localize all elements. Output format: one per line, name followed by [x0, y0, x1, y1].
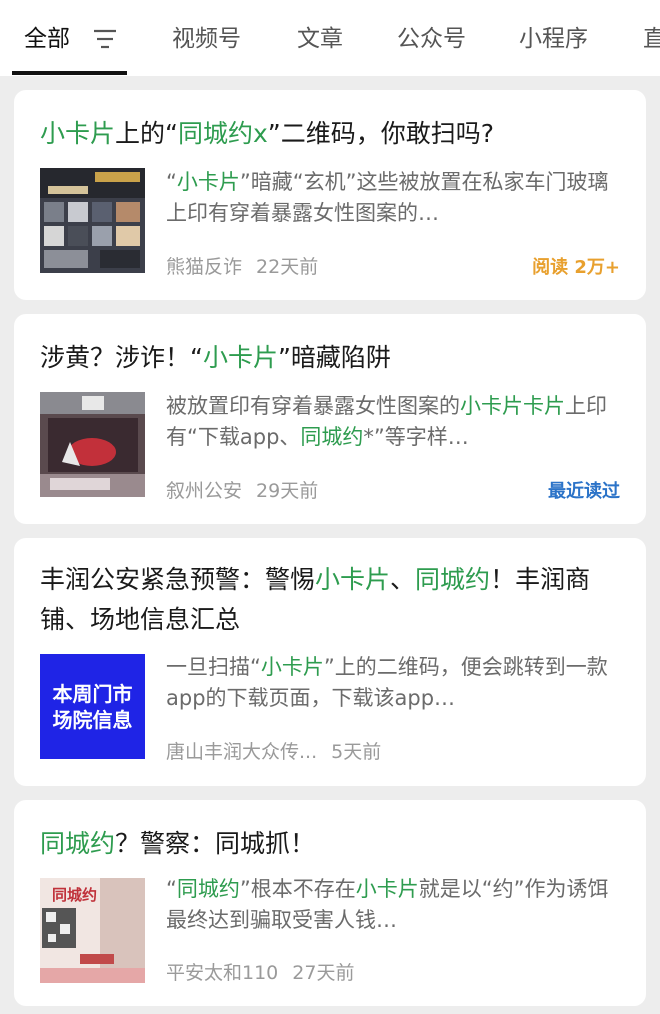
article-title[interactable]: 丰润公安紧急预警：警惕小卡片、同城约！丰润商铺、场地信息汇总	[40, 560, 626, 640]
highlighted-keyword: 同城约	[300, 425, 364, 449]
thumbnail-caption: 同城约	[52, 886, 98, 904]
highlighted-keyword: 小卡片	[260, 655, 324, 679]
article-thumbnail	[40, 392, 145, 497]
filter-icon[interactable]	[92, 28, 118, 50]
highlighted-keyword: 小卡片	[202, 343, 278, 372]
article-source[interactable]: 平安太和110	[166, 962, 278, 984]
search-tab-bar: 全部 视频号 文章 公众号 小程序 直	[0, 0, 660, 76]
article-thumbnail: 同城约	[40, 878, 145, 983]
article-snippet: “同城约”根本不存在小卡片就是以“约”作为诱饵最终达到骗取受害人钱…	[166, 874, 620, 936]
tab-official-accounts[interactable]: 公众号	[397, 24, 466, 54]
highlighted-keyword: 小卡片	[355, 877, 419, 901]
text-segment: ”暗藏陷阱	[277, 343, 391, 372]
read-count-badge: 阅读 2万+	[532, 257, 620, 278]
tab-channels[interactable]: 视频号	[172, 24, 241, 54]
article-title[interactable]: 小卡片上的“同城约x”二维码，你敢扫吗?	[40, 114, 626, 154]
article-source[interactable]: 叙州公安	[166, 480, 242, 502]
article-result-card[interactable]: 同城约？警察：同城抓！ 同城约 “同城约”根本不存在小卡片就是以“约”作为诱饵最…	[14, 800, 646, 1006]
text-segment: 被放置印有穿着暴露女性图案的	[166, 394, 460, 418]
article-meta: 叙州公安 29天前	[166, 476, 318, 503]
highlighted-keyword: 小卡片	[176, 170, 240, 194]
article-result-card[interactable]: 涉黄？涉诈！“小卡片”暗藏陷阱 被放置印有穿着暴露女性图案的小卡片卡片上印有“下…	[14, 314, 646, 524]
text-segment: 涉黄？涉诈！“	[40, 343, 203, 372]
article-thumbnail	[40, 168, 145, 273]
article-title[interactable]: 涉黄？涉诈！“小卡片”暗藏陷阱	[40, 338, 626, 378]
article-source[interactable]: 熊猫反诈	[166, 256, 242, 278]
tab-all[interactable]: 全部	[24, 24, 70, 54]
highlighted-keyword: 同城约	[415, 565, 491, 594]
article-source[interactable]: 唐山丰润大众传...	[166, 741, 317, 763]
article-meta: 平安太和110 27天前	[166, 958, 354, 985]
highlighted-keyword: 同城约	[176, 877, 240, 901]
recently-read-badge: 最近读过	[548, 481, 620, 502]
highlighted-keyword: 小卡片	[40, 119, 116, 148]
article-time: 22天前	[256, 256, 319, 278]
highlighted-keyword: 同城约	[40, 829, 116, 858]
highlighted-keyword: 小卡片	[315, 565, 391, 594]
article-snippet: “小卡片”暗藏“玄机”这些被放置在私家车门玻璃上印有穿着暴露女性图案的…	[166, 167, 620, 229]
tab-articles[interactable]: 文章	[297, 24, 343, 54]
text-segment: 一旦扫描“	[166, 655, 261, 679]
text-segment: 、	[390, 565, 416, 594]
active-tab-indicator	[12, 71, 127, 75]
article-time: 29天前	[256, 480, 319, 502]
article-meta: 熊猫反诈 22天前	[166, 252, 318, 279]
text-segment: *”等字样…	[363, 425, 469, 449]
text-segment: “	[166, 877, 177, 901]
text-segment: 丰润公安紧急预警：警惕	[40, 565, 316, 594]
article-meta: 唐山丰润大众传... 5天前	[166, 737, 381, 764]
text-segment: ”根本不存在	[239, 877, 356, 901]
article-result-card[interactable]: 小卡片上的“同城约x”二维码，你敢扫吗? “小卡片”暗藏“玄机”这些被放置在私家…	[14, 90, 646, 300]
text-segment: ”二维码，你敢扫吗?	[267, 119, 494, 148]
article-title[interactable]: 同城约？警察：同城抓！	[40, 824, 626, 864]
article-thumbnail: 本周门市场院信息	[40, 654, 145, 759]
text-segment: ？警察：同城抓！	[115, 829, 316, 858]
article-result-card[interactable]: 丰润公安紧急预警：警惕小卡片、同城约！丰润商铺、场地信息汇总 本周门市场院信息 …	[14, 538, 646, 786]
article-time: 27天前	[292, 962, 355, 984]
article-time: 5天前	[331, 741, 382, 763]
tab-live[interactable]: 直	[643, 24, 660, 54]
thumbnail-caption: 本周门市场院信息	[52, 681, 133, 732]
text-segment: “	[166, 170, 177, 194]
tab-mini-programs[interactable]: 小程序	[519, 24, 588, 54]
highlighted-keyword: 小卡片卡片	[460, 394, 565, 418]
highlighted-keyword: 同城约x	[177, 119, 268, 148]
text-segment: 上的“	[115, 119, 178, 148]
article-snippet: 一旦扫描“小卡片”上的二维码，便会跳转到一款app的下载页面，下载该app…	[166, 652, 620, 714]
article-snippet: 被放置印有穿着暴露女性图案的小卡片卡片上印有“下载app、同城约*”等字样…	[166, 391, 620, 453]
